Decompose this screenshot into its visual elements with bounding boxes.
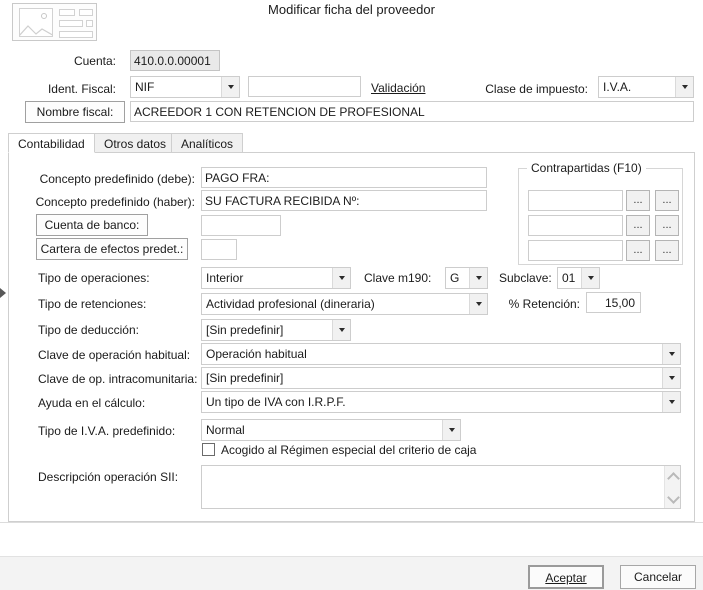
- tipo-operaciones-select[interactable]: Interior: [201, 267, 351, 289]
- tab-otros-datos[interactable]: Otros datos: [94, 133, 177, 153]
- tipo-iva-select[interactable]: Normal: [201, 419, 461, 441]
- descripcion-sii-textarea[interactable]: [202, 466, 664, 508]
- regimen-caja-checkbox[interactable]: [202, 443, 215, 456]
- chevron-down-icon[interactable]: [442, 420, 460, 440]
- clase-impuesto-value: I.V.A.: [603, 80, 632, 94]
- regimen-caja-label: Acogido al Régimen especial del criterio…: [221, 443, 477, 457]
- chevron-down-icon[interactable]: [581, 268, 599, 288]
- tipo-retenciones-value: Actividad profesional (dineraria): [206, 297, 375, 311]
- contrapartida-browse-2b[interactable]: ...: [655, 215, 679, 236]
- concepto-haber-label: Concepto predefinido (haber):: [35, 195, 195, 209]
- subclave-value: 01: [562, 271, 576, 285]
- clave-m190-value: G: [450, 271, 460, 285]
- cartera-efectos-field[interactable]: [201, 239, 237, 260]
- tab-analiticos[interactable]: Analíticos: [171, 133, 244, 153]
- nombre-fiscal-field[interactable]: [130, 101, 694, 122]
- chevron-down-icon[interactable]: [332, 320, 350, 340]
- tipo-deduccion-label: Tipo de deducción:: [38, 323, 139, 337]
- chevron-down-icon[interactable]: [221, 77, 239, 97]
- tab-contabilidad[interactable]: Contabilidad: [8, 133, 95, 153]
- tipo-deduccion-value: [Sin predefinir]: [206, 323, 284, 337]
- pct-retencion-field[interactable]: [586, 292, 641, 313]
- ayuda-calculo-value: Un tipo de IVA con I.R.P.F.: [206, 395, 346, 409]
- contrapartida-browse-1b[interactable]: ...: [655, 190, 679, 211]
- dialog-window: Modificar ficha del proveedor Cuenta: Id…: [0, 0, 703, 590]
- contrapartida-browse-1a[interactable]: ...: [626, 190, 650, 211]
- row-indicator-arrow-icon: [0, 288, 6, 298]
- cuenta-label: Cuenta:: [73, 54, 116, 68]
- concepto-debe-field[interactable]: [201, 167, 487, 188]
- contrapartida-field-3[interactable]: [528, 240, 623, 261]
- tabstrip: Contabilidad Otros datos Analíticos: [8, 133, 695, 153]
- chevron-down-icon[interactable]: [332, 268, 350, 288]
- descripcion-sii-wrapper: [201, 465, 681, 509]
- clave-op-intracomunitaria-label: Clave de op. intracomunitaria:: [38, 372, 198, 386]
- chevron-down-icon[interactable]: [469, 268, 487, 288]
- tipo-deduccion-select[interactable]: [Sin predefinir]: [201, 319, 351, 341]
- cuenta-banco-field[interactable]: [201, 215, 281, 236]
- scroll-up-icon[interactable]: [665, 468, 681, 484]
- dialog-title: Modificar ficha del proveedor: [268, 2, 435, 17]
- contrapartida-browse-3a[interactable]: ...: [626, 240, 650, 261]
- contrapartida-browse-3b[interactable]: ...: [655, 240, 679, 261]
- placeholder-bar: [86, 20, 93, 27]
- chevron-down-icon[interactable]: [662, 368, 680, 388]
- ident-fiscal-type-select[interactable]: NIF: [130, 76, 240, 98]
- descripcion-sii-label: Descripción operación SII:: [38, 470, 179, 484]
- cancel-button[interactable]: Cancelar: [620, 565, 696, 589]
- subclave-select[interactable]: 01: [557, 267, 600, 289]
- placeholder-bar: [59, 20, 83, 27]
- ayuda-calculo-label: Ayuda en el cálculo:: [38, 396, 146, 410]
- tipo-iva-value: Normal: [206, 423, 245, 437]
- clave-op-habitual-label: Clave de operación habitual:: [38, 348, 191, 362]
- tipo-iva-label: Tipo de I.V.A. predefinido:: [38, 424, 176, 438]
- cartera-efectos-button[interactable]: Cartera de efectos predet.:: [36, 238, 188, 260]
- contrapartida-browse-2a[interactable]: ...: [626, 215, 650, 236]
- pct-retencion-label: % Retención:: [508, 297, 580, 311]
- mountain-icon: [20, 25, 52, 36]
- chevron-down-icon[interactable]: [662, 344, 680, 364]
- clave-op-habitual-value: Operación habitual: [206, 347, 307, 361]
- tipo-retenciones-select[interactable]: Actividad profesional (dineraria): [201, 293, 488, 315]
- chevron-down-icon[interactable]: [662, 392, 680, 412]
- contrapartida-field-1[interactable]: [528, 190, 623, 211]
- subclave-label: Subclave:: [499, 271, 552, 285]
- concepto-debe-label: Concepto predefinido (debe):: [39, 172, 195, 186]
- tipo-operaciones-value: Interior: [206, 271, 244, 285]
- scroll-down-icon[interactable]: [665, 490, 681, 506]
- ayuda-calculo-select[interactable]: Un tipo de IVA con I.R.P.F.: [201, 391, 681, 413]
- contrapartidas-title: Contrapartidas (F10): [527, 161, 646, 175]
- accept-button-label: Aceptar: [545, 571, 587, 585]
- footer-divider: [0, 522, 703, 523]
- clave-op-intracomunitaria-select[interactable]: [Sin predefinir]: [201, 367, 681, 389]
- contrapartida-field-2[interactable]: [528, 215, 623, 236]
- chevron-down-icon[interactable]: [675, 77, 693, 97]
- clave-m190-label: Clave m190:: [364, 271, 432, 285]
- concepto-haber-field[interactable]: [201, 190, 487, 211]
- descripcion-sii-scrollbar[interactable]: [664, 466, 680, 508]
- ident-fiscal-type-value: NIF: [135, 80, 155, 94]
- cancel-button-label: Cancelar: [633, 570, 683, 584]
- clase-impuesto-select[interactable]: I.V.A.: [598, 76, 694, 98]
- tipo-operaciones-label: Tipo de operaciones:: [38, 271, 150, 285]
- ident-fiscal-number-field[interactable]: [248, 76, 361, 97]
- clase-impuesto-label: Clase de impuesto:: [485, 82, 588, 96]
- placeholder-bar: [59, 31, 93, 38]
- tipo-retenciones-label: Tipo de retenciones:: [38, 297, 147, 311]
- clave-op-intracomunitaria-value: [Sin predefinir]: [206, 371, 284, 385]
- ident-fiscal-label: Ident. Fiscal:: [47, 82, 116, 96]
- accept-button[interactable]: Aceptar: [528, 565, 604, 589]
- clave-op-habitual-select[interactable]: Operación habitual: [201, 343, 681, 365]
- clave-m190-select[interactable]: G: [445, 267, 488, 289]
- nombre-fiscal-button[interactable]: Nombre fiscal:: [25, 101, 125, 123]
- cuenta-field[interactable]: [130, 50, 220, 71]
- cuenta-banco-button[interactable]: Cuenta de banco:: [36, 214, 148, 236]
